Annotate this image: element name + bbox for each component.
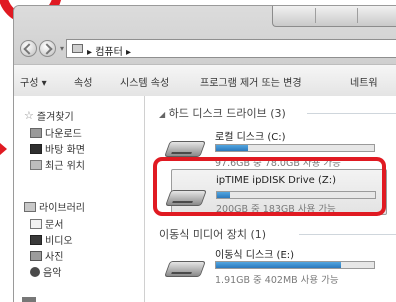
group-header-removable[interactable]: 이동식 미디어 장치 (1) [159, 226, 266, 242]
nav-libraries-label: 라이브러리 [39, 203, 85, 214]
nav-item-label: 비디오 [45, 236, 73, 247]
back-button[interactable] [20, 40, 37, 57]
organize-menu[interactable]: 구성 ▾ [20, 74, 47, 89]
drive-name: 이동식 디스크 (E:) [215, 250, 295, 261]
nav-libraries[interactable]: 라이브러리 [24, 199, 85, 214]
recent-places-icon [30, 159, 42, 170]
hard-drive-icon [164, 141, 206, 157]
group-divider [299, 234, 396, 235]
navigation-pane: ☆ 즐겨찾기 다운로드 바탕 화면 최근 위치 라이브러리 문서 비디오 사진 음… [14, 96, 145, 302]
drive-item-e[interactable]: 이동식 디스크 (E:) 1.91GB 중 402MB 사용 가능 [145, 244, 385, 288]
drive-size-text: 1.91GB 중 402MB 사용 가능 [215, 275, 339, 286]
nav-item-music[interactable]: 음악 [30, 264, 62, 279]
nav-item-label: 음악 [43, 268, 62, 279]
command-toolbar: 구성 ▾ 속성 시스템 속성 프로그램 제거 또는 변경 네트워 [14, 64, 396, 97]
nav-item-label: 사진 [45, 252, 64, 263]
nav-favorites[interactable]: ☆ 즐겨찾기 [24, 108, 74, 124]
nav-item-desktop[interactable]: 바탕 화면 [30, 141, 85, 156]
download-folder-icon [30, 127, 42, 138]
nav-item-videos[interactable]: 비디오 [30, 232, 73, 247]
documents-icon [30, 218, 42, 229]
group-header-label: 하드 디스크 드라이브 (3) [168, 107, 286, 120]
pictures-icon [30, 250, 42, 261]
nav-item-label: 다운로드 [45, 129, 82, 140]
forward-button[interactable] [39, 40, 56, 57]
breadcrumb-separator[interactable]: ▸ [87, 47, 92, 58]
explorer-window: ▾ ▸ 컴퓨터 ▸ 구성 ▾ 속성 시스템 속성 프로그램 제거 또는 변경 네… [13, 5, 396, 302]
video-icon [30, 234, 42, 245]
drive-usage-bar [215, 144, 375, 152]
group-divider [307, 113, 396, 114]
library-icon [24, 201, 36, 212]
music-icon [30, 266, 40, 277]
star-icon: ☆ [24, 108, 34, 122]
red-callout-box [153, 157, 386, 216]
drive-usage-bar [215, 261, 375, 269]
nav-item-downloads[interactable]: 다운로드 [30, 125, 82, 140]
nav-item-label: 바탕 화면 [45, 145, 85, 156]
system-properties-button[interactable]: 시스템 속성 [120, 74, 169, 89]
breadcrumb-trail-separator[interactable]: ▸ [126, 47, 131, 58]
nav-item-label: 문서 [45, 220, 64, 231]
breadcrumb-computer[interactable]: 컴퓨터 [95, 47, 123, 58]
computer-icon [22, 297, 36, 302]
address-bar[interactable]: ▸ 컴퓨터 ▸ [66, 39, 396, 58]
window-controls [272, 6, 396, 27]
group-header-hard-disks[interactable]: ◢ 하드 디스크 드라이브 (3) [159, 105, 286, 121]
network-button[interactable]: 네트워 [350, 74, 378, 89]
desktop-icon [30, 143, 42, 154]
drive-name: 로컬 디스크 (C:) [215, 132, 286, 143]
uninstall-program-button[interactable]: 프로그램 제거 또는 변경 [200, 74, 302, 89]
nav-item-pictures[interactable]: 사진 [30, 248, 64, 263]
nav-item-recent[interactable]: 최근 위치 [30, 157, 85, 172]
collapse-arrow-icon: ◢ [159, 110, 166, 119]
group-header-label: 이동식 미디어 장치 (1) [159, 228, 267, 241]
red-pointer-arrow [0, 143, 7, 155]
removable-drive-icon [164, 261, 206, 277]
recent-pages-dropdown-icon[interactable]: ▾ [60, 44, 64, 53]
nav-favorites-label: 즐겨찾기 [36, 112, 74, 123]
nav-item-documents[interactable]: 문서 [30, 216, 64, 231]
nav-item-label: 최근 위치 [45, 161, 85, 172]
computer-icon [72, 44, 83, 53]
properties-button[interactable]: 속성 [74, 74, 92, 89]
